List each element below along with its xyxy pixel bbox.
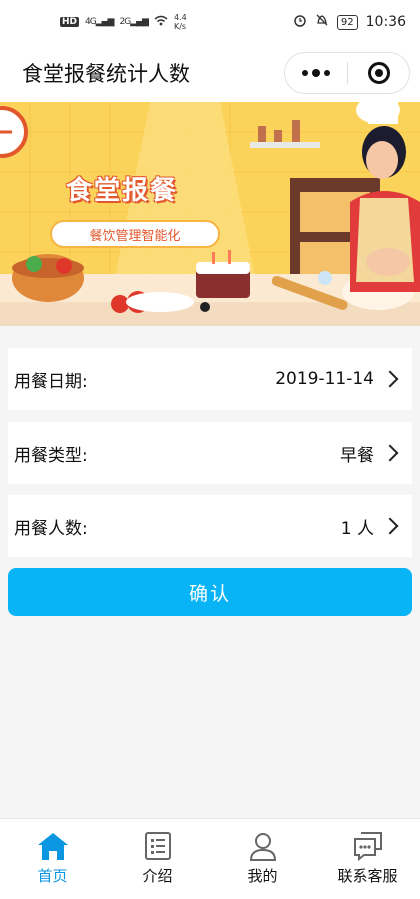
nav-bar: 食堂报餐统计人数 — [0, 44, 420, 102]
user-icon — [249, 833, 276, 861]
more-dot-icon — [312, 69, 320, 77]
signal-4g-icon: 4G▂▄▆ — [85, 17, 114, 27]
mini-program-capsule — [284, 52, 410, 94]
banner-illustration — [0, 102, 420, 326]
banner: 食堂报餐 餐饮管理智能化 — [0, 102, 420, 326]
mute-icon — [315, 13, 329, 31]
more-dot-icon — [324, 70, 330, 76]
wifi-icon — [154, 15, 168, 29]
tab-mine[interactable]: 我的 — [210, 819, 315, 899]
list-doc-icon — [144, 832, 171, 860]
tab-intro[interactable]: 介绍 — [105, 819, 210, 899]
tab-home-label: 首页 — [37, 867, 68, 885]
clock: 10:36 — [365, 14, 406, 30]
meal-date-row[interactable]: 用餐日期: 2019-11-14 — [8, 348, 412, 410]
meal-count-picker[interactable]: 1 人 — [341, 514, 400, 539]
meal-type-value: 早餐 — [340, 445, 374, 466]
confirm-button[interactable]: 确认 — [8, 568, 412, 616]
meal-date-label: 用餐日期: — [14, 371, 88, 392]
tab-bar: 首页 介绍 我的 联系客服 — [0, 818, 420, 899]
chevron-right-icon — [381, 370, 399, 388]
tab-contact[interactable]: 联系客服 — [315, 819, 420, 899]
home-icon — [37, 833, 68, 860]
alarm-icon — [293, 13, 307, 31]
meal-type-picker[interactable]: 早餐 — [340, 441, 400, 466]
tab-contact-label: 联系客服 — [337, 867, 398, 885]
banner-subtitle: 餐饮管理智能化 — [50, 220, 220, 248]
tab-mine-label: 我的 — [247, 867, 278, 885]
battery-icon: 92 — [336, 14, 358, 30]
status-bar: HD 4G▂▄▆ 2G▂▄▆ 4.4 K/s 92 10:36 — [0, 0, 420, 44]
meal-date-value: 2019-11-14 — [275, 369, 374, 389]
meal-type-label: 用餐类型: — [14, 445, 88, 466]
meal-count-value: 1 人 — [340, 518, 374, 539]
meal-count-label: 用餐人数: — [14, 518, 88, 539]
tab-home[interactable]: 首页 — [0, 819, 105, 899]
more-menu-button[interactable] — [285, 53, 347, 93]
signal-2g-icon: 2G▂▄▆ — [119, 17, 148, 27]
meal-count-row[interactable]: 用餐人数: 1 人 — [8, 495, 412, 557]
net-speed: 4.4 K/s — [173, 13, 187, 31]
hd-icon: HD — [60, 17, 80, 27]
status-left: HD 4G▂▄▆ 2G▂▄▆ 4.4 K/s — [60, 13, 187, 31]
tab-intro-label: 介绍 — [142, 867, 173, 885]
chevron-right-icon — [381, 517, 399, 535]
target-icon — [367, 62, 390, 84]
meal-date-picker[interactable]: 2019-11-14 — [275, 369, 400, 389]
more-dot-icon — [302, 70, 308, 76]
meal-type-row[interactable]: 用餐类型: 早餐 — [8, 422, 412, 484]
chevron-right-icon — [381, 444, 399, 462]
close-mini-program-button[interactable] — [348, 53, 409, 93]
status-right: 92 10:36 — [293, 13, 406, 31]
banner-title: 食堂报餐 — [66, 176, 179, 206]
chat-icon — [353, 832, 382, 861]
page-title: 食堂报餐统计人数 — [22, 62, 190, 86]
